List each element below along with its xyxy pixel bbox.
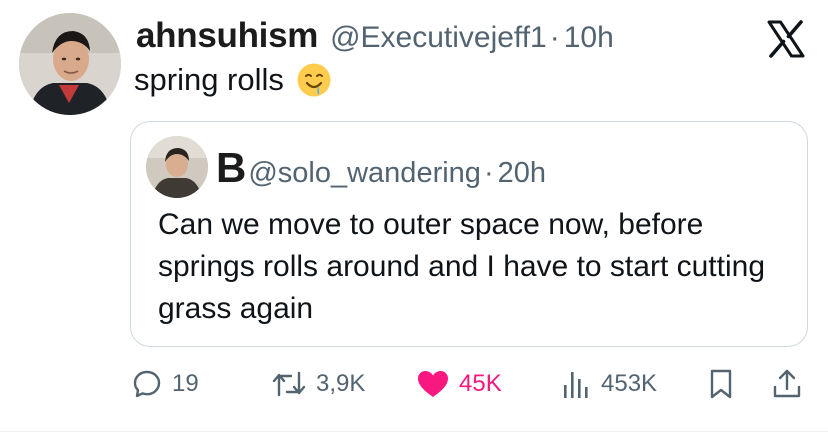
tweet-action-bar: 19 3,9K 45K 453K [0,364,828,404]
share-button[interactable] [771,364,803,404]
quoted-tweet-timestamp[interactable]: 20h [498,157,546,190]
tweet-timestamp[interactable]: 10h [564,21,614,55]
quoted-tweet-card[interactable]: B @solo_wandering · 20h Can we move to o… [130,121,808,347]
separator-dot: · [549,21,560,54]
reply-count: 19 [172,370,199,397]
tweet-text: spring rolls [134,62,284,97]
repost-icon [272,371,306,397]
heart-icon [418,371,448,397]
views-icon [564,372,588,398]
bookmark-icon [710,369,732,399]
share-icon [773,369,801,398]
quoted-tweet-header: B @solo_wandering · 20h [216,146,546,190]
reply-button[interactable]: 19 [131,364,199,404]
author-display-name[interactable]: ahnsuhism [136,16,318,56]
author-avatar[interactable] [19,13,121,115]
views-button[interactable]: 453K [562,364,657,404]
reply-icon [133,370,161,398]
repost-count: 3,9K [316,370,366,397]
tweet-header: ahnsuhism @Executivejeff1 · 10h [136,16,614,60]
bookmark-button[interactable] [707,364,735,404]
quoted-author-avatar[interactable] [146,136,208,198]
divider [0,431,828,432]
repost-button[interactable]: 3,9K [271,364,365,404]
drooling-face-icon [297,63,331,97]
separator-dot: · [483,157,494,189]
like-count: 45K [459,370,502,397]
quoted-author-display-name[interactable]: B [216,146,246,190]
author-handle[interactable]: @Executivejeff1 [330,21,547,55]
quoted-tweet-text: Can we move to outer space now, before s… [158,208,766,325]
tweet-body: spring rolls [134,62,332,98]
view-count: 453K [601,370,658,397]
x-logo-icon [766,19,806,59]
quoted-author-handle[interactable]: @solo_wandering [248,157,481,190]
like-button[interactable]: 45K [416,364,502,404]
